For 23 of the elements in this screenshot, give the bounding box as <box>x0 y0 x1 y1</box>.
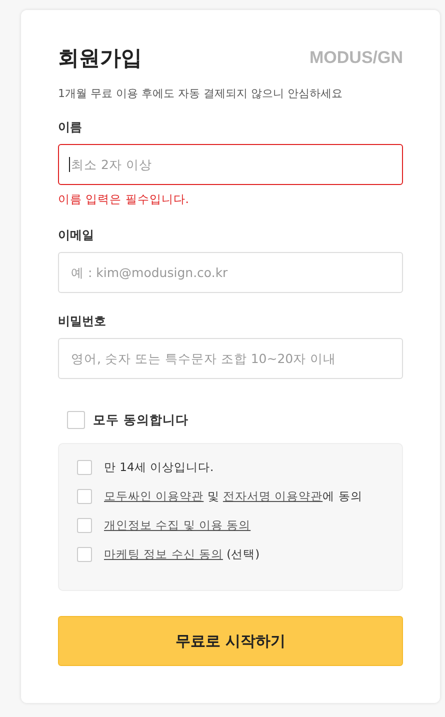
error-message: 이름 입력은 필수입니다. <box>58 192 190 207</box>
terms-text: 및 <box>206 489 220 503</box>
agree-all-label: 모두 동의합니다 <box>93 412 188 428</box>
checkbox[interactable] <box>67 411 85 429</box>
checkbox[interactable] <box>77 460 92 475</box>
input-field[interactable]: 최소 2자 이상 <box>58 144 403 185</box>
field-label: 이름 <box>58 119 83 136</box>
terms-text: (선택) <box>226 547 260 561</box>
logo: MODUS/GN <box>310 48 403 68</box>
terms-link[interactable]: 전자서명 이용약관 <box>222 489 323 503</box>
field-label: 비밀번호 <box>58 313 107 330</box>
checkbox[interactable] <box>77 518 92 533</box>
terms-text: 만 14세 이상입니다. <box>104 460 214 474</box>
field-label: 이메일 <box>58 227 95 244</box>
checkbox[interactable] <box>77 489 92 504</box>
page-title: 회원가입 <box>58 45 142 72</box>
subtitle: 1개월 무료 이용 후에도 자동 결제되지 않으니 안심하세요 <box>58 86 344 101</box>
start-free-button[interactable]: 무료로 시작하기 <box>58 616 403 666</box>
terms-link[interactable]: 개인정보 수집 및 이용 동의 <box>104 518 251 532</box>
terms-link[interactable]: 마케팅 정보 수신 동의 <box>104 547 223 561</box>
terms-text: 에 동의 <box>322 489 362 503</box>
terms-link[interactable]: 모두싸인 이용약관 <box>104 489 204 503</box>
checkbox[interactable] <box>77 547 92 562</box>
